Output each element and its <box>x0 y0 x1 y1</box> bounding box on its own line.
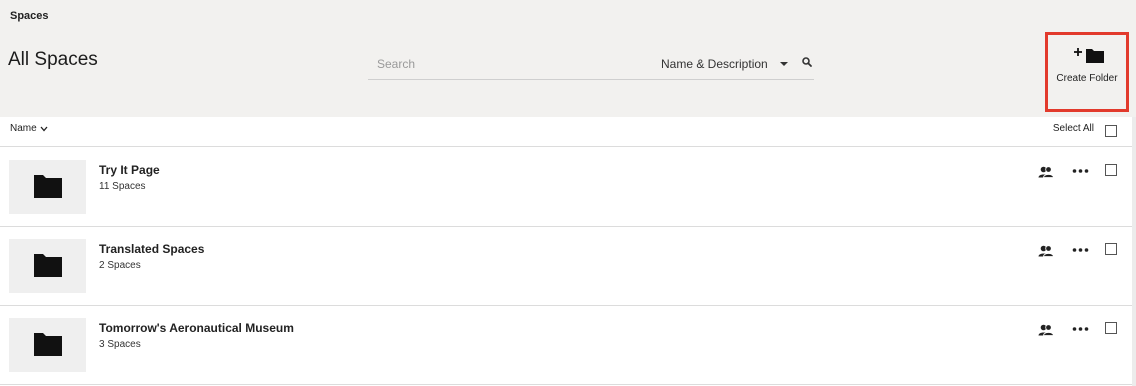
sort-label: Name <box>10 123 37 134</box>
create-folder-label: Create Folder <box>1056 73 1118 84</box>
sort-by-name-button[interactable]: Name <box>10 123 48 134</box>
space-count: 11 Spaces <box>99 181 146 192</box>
search-scope-label: Name & Description <box>661 57 768 71</box>
space-count: 3 Spaces <box>99 339 141 350</box>
more-options-icon[interactable] <box>1072 166 1089 176</box>
row-checkbox[interactable] <box>1105 164 1117 176</box>
more-options-icon[interactable] <box>1072 324 1089 334</box>
folder-thumbnail <box>9 160 86 214</box>
row-checkbox[interactable] <box>1105 243 1117 255</box>
users-icon[interactable] <box>1038 245 1054 257</box>
breadcrumb[interactable]: Spaces <box>10 10 49 22</box>
page-header: Spaces All Spaces Name & Description Cre… <box>0 0 1136 117</box>
space-count: 2 Spaces <box>99 260 141 271</box>
select-all-label[interactable]: Select All <box>1053 123 1094 134</box>
search-bar: Name & Description <box>368 49 814 80</box>
chevron-down-icon <box>40 126 48 131</box>
chevron-down-icon <box>779 62 788 66</box>
list-header: Name Select All <box>0 117 1133 147</box>
more-options-icon[interactable] <box>1072 245 1089 255</box>
scrollbar[interactable] <box>1132 117 1136 386</box>
users-icon[interactable] <box>1038 324 1054 336</box>
create-folder-button[interactable]: Create Folder <box>1045 32 1129 112</box>
page-title: All Spaces <box>8 49 98 70</box>
search-icon[interactable] <box>801 56 813 70</box>
folder-thumbnail <box>9 318 86 372</box>
space-title[interactable]: Try It Page <box>99 163 160 177</box>
row-checkbox[interactable] <box>1105 322 1117 334</box>
add-folder-icon <box>1074 48 1104 63</box>
space-title[interactable]: Tomorrow's Aeronautical Museum <box>99 321 294 335</box>
space-title[interactable]: Translated Spaces <box>99 242 204 256</box>
folder-icon <box>34 175 62 198</box>
folder-thumbnail <box>9 239 86 293</box>
folder-icon <box>34 254 62 277</box>
folder-icon <box>34 333 62 356</box>
users-icon[interactable] <box>1038 166 1054 178</box>
search-input[interactable] <box>377 55 647 73</box>
list-item[interactable]: Tomorrow's Aeronautical Museum 3 Spaces <box>0 306 1133 385</box>
search-scope-dropdown[interactable]: Name & Description <box>661 55 788 73</box>
list-item[interactable]: Try It Page 11 Spaces <box>0 148 1133 227</box>
select-all-checkbox[interactable] <box>1105 125 1117 137</box>
list-item[interactable]: Translated Spaces 2 Spaces <box>0 227 1133 306</box>
